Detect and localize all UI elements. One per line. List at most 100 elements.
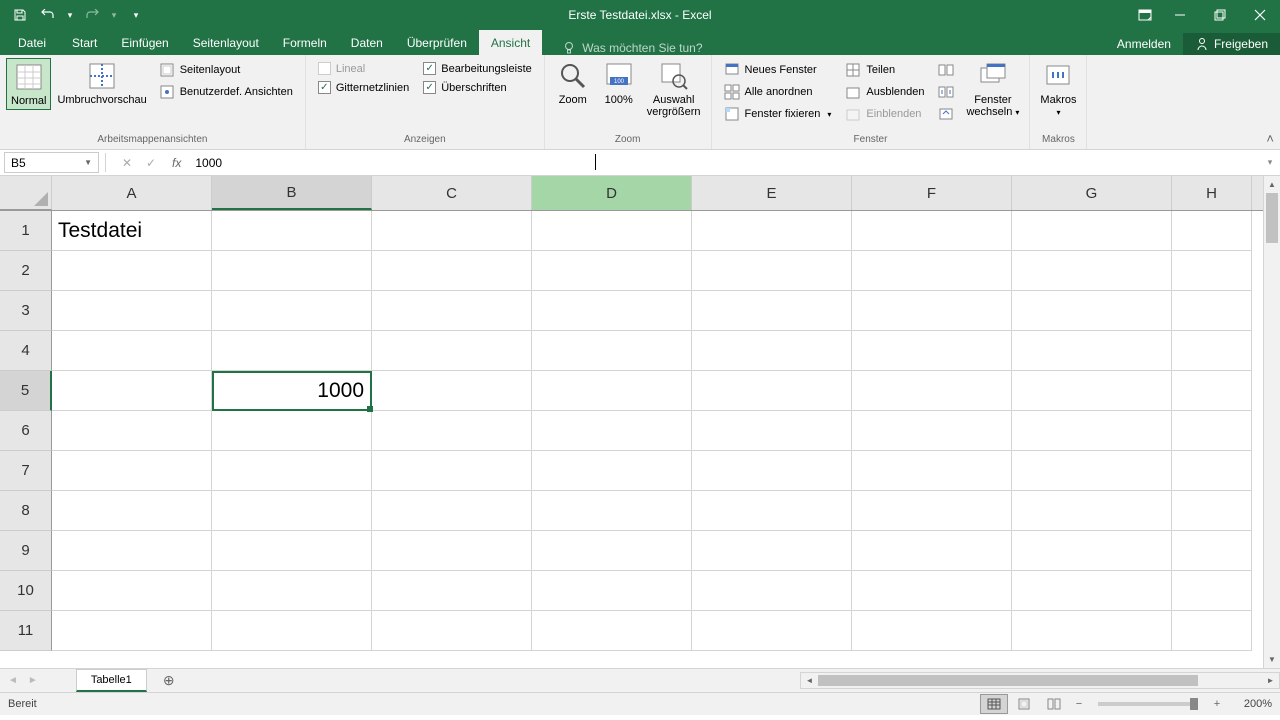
cell[interactable] (692, 451, 852, 491)
cell[interactable] (1172, 451, 1252, 491)
formula-bar-checkbox[interactable]: ✓ Bearbeitungsleiste (419, 60, 536, 77)
zoom-percentage[interactable]: 200% (1228, 698, 1272, 710)
cell-g1[interactable] (1012, 211, 1172, 251)
cell[interactable] (852, 331, 1012, 371)
scroll-left-button[interactable]: ◄ (801, 673, 818, 688)
scroll-down-button[interactable]: ▼ (1264, 651, 1280, 668)
cell[interactable] (852, 451, 1012, 491)
sheet-nav-next[interactable]: ► (28, 675, 38, 686)
cell[interactable] (212, 251, 372, 291)
cell[interactable] (372, 331, 532, 371)
vertical-scrollbar[interactable]: ▲ ▼ (1263, 176, 1280, 668)
signin-link[interactable]: Anmelden (1107, 33, 1181, 55)
cell[interactable] (372, 571, 532, 611)
sheet-nav-prev[interactable]: ◄ (8, 675, 18, 686)
cell[interactable] (532, 411, 692, 451)
cell[interactable] (52, 571, 212, 611)
pagebreak-status-button[interactable] (1040, 694, 1068, 714)
freeze-panes-button[interactable]: Fenster fixieren ▾ (720, 104, 836, 124)
cell[interactable] (692, 531, 852, 571)
row-header-9[interactable]: 9 (0, 531, 52, 571)
cell[interactable] (532, 611, 692, 651)
cell-c1[interactable] (372, 211, 532, 251)
cell[interactable] (852, 291, 1012, 331)
cell[interactable] (212, 291, 372, 331)
zoom-slider[interactable] (1098, 702, 1198, 706)
undo-dropdown[interactable]: ▾ (64, 3, 76, 27)
cell[interactable] (532, 251, 692, 291)
cell[interactable] (1012, 291, 1172, 331)
cell[interactable] (372, 611, 532, 651)
ribbon-display-options[interactable] (1130, 0, 1160, 30)
minimize-button[interactable] (1160, 0, 1200, 30)
cell[interactable] (52, 491, 212, 531)
cell[interactable] (52, 331, 212, 371)
cell-b1[interactable] (212, 211, 372, 251)
split-button[interactable]: Teilen (841, 60, 928, 80)
cancel-formula-button[interactable]: ✕ (116, 153, 138, 173)
tab-formulas[interactable]: Formeln (271, 30, 339, 55)
zoom-out-button[interactable]: − (1070, 698, 1088, 710)
row-header-4[interactable]: 4 (0, 331, 52, 371)
pagebreak-preview-button[interactable]: Umbruchvorschau (53, 58, 150, 108)
cell[interactable] (532, 451, 692, 491)
cell[interactable] (692, 251, 852, 291)
cell[interactable] (1012, 611, 1172, 651)
col-header-c[interactable]: C (372, 176, 532, 210)
cell[interactable] (532, 571, 692, 611)
cell[interactable] (372, 411, 532, 451)
col-header-g[interactable]: G (1012, 176, 1172, 210)
cell[interactable] (852, 611, 1012, 651)
zoom-selection-button[interactable]: Auswahlvergrößern (643, 58, 705, 120)
page-layout-button[interactable]: Seitenlayout (155, 60, 297, 80)
cell[interactable] (692, 611, 852, 651)
cell[interactable] (852, 531, 1012, 571)
col-header-a[interactable]: A (52, 176, 212, 210)
cell[interactable] (692, 571, 852, 611)
cell[interactable] (372, 251, 532, 291)
gridlines-checkbox[interactable]: ✓ Gitternetzlinien (314, 79, 413, 96)
cell[interactable] (532, 531, 692, 571)
row-header-8[interactable]: 8 (0, 491, 52, 531)
redo-button[interactable] (80, 3, 104, 27)
cell[interactable] (212, 331, 372, 371)
row-header-10[interactable]: 10 (0, 571, 52, 611)
arrange-all-button[interactable]: Alle anordnen (720, 82, 836, 102)
tab-start[interactable]: Start (60, 30, 109, 55)
cell[interactable] (692, 411, 852, 451)
cell[interactable] (1172, 491, 1252, 531)
qat-customize-dropdown[interactable]: ▾ (124, 3, 148, 27)
cell[interactable] (1172, 411, 1252, 451)
cell-h1[interactable] (1172, 211, 1252, 251)
cell[interactable] (1012, 251, 1172, 291)
cell[interactable] (852, 571, 1012, 611)
enter-formula-button[interactable]: ✓ (140, 153, 162, 173)
cell[interactable] (1012, 451, 1172, 491)
scroll-thumb[interactable] (818, 675, 1198, 686)
col-header-e[interactable]: E (692, 176, 852, 210)
sheet-tab-active[interactable]: Tabelle1 (76, 669, 147, 692)
cell-a5[interactable] (52, 371, 212, 411)
maximize-button[interactable] (1200, 0, 1240, 30)
select-all-button[interactable] (0, 176, 52, 210)
row-header-2[interactable]: 2 (0, 251, 52, 291)
col-header-f[interactable]: F (852, 176, 1012, 210)
cell[interactable] (372, 531, 532, 571)
col-header-b[interactable]: B (212, 176, 372, 210)
hide-button[interactable]: Ausblenden (841, 82, 928, 102)
cell[interactable] (852, 251, 1012, 291)
zoom-button[interactable]: Zoom (551, 58, 595, 108)
cell[interactable] (532, 371, 692, 411)
tell-me-input[interactable] (582, 41, 762, 55)
sync-scroll-button[interactable] (934, 82, 958, 102)
cell[interactable] (1172, 291, 1252, 331)
add-sheet-button[interactable]: ⊕ (157, 669, 181, 692)
cell[interactable] (372, 451, 532, 491)
headings-checkbox[interactable]: ✓ Überschriften (419, 79, 536, 96)
cell[interactable] (532, 491, 692, 531)
cell-d1[interactable] (532, 211, 692, 251)
cell[interactable] (52, 451, 212, 491)
cell[interactable] (52, 251, 212, 291)
row-header-3[interactable]: 3 (0, 291, 52, 331)
cell[interactable] (852, 491, 1012, 531)
